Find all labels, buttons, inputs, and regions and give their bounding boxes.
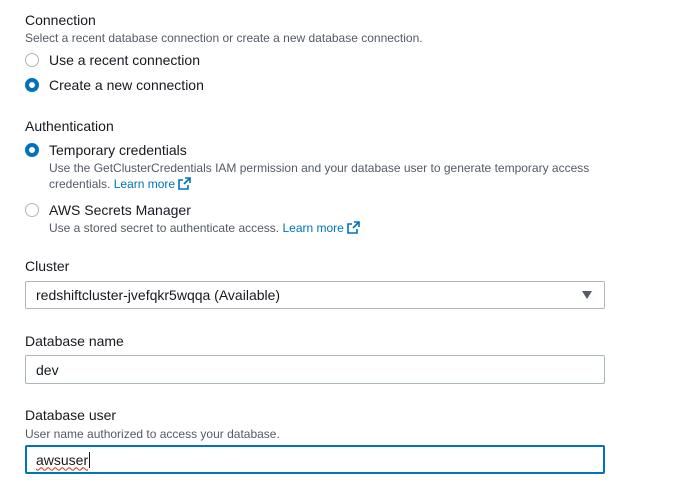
radio-unchecked-icon[interactable] xyxy=(25,203,39,217)
radio-checked-icon[interactable] xyxy=(25,143,39,157)
link-text: Learn more xyxy=(282,221,344,235)
radio-aws-secrets-manager[interactable]: AWS Secrets Manager Use a stored secret … xyxy=(25,201,605,236)
cluster-select[interactable]: redshiftcluster-jvefqkr5wqqa (Available) xyxy=(25,281,605,309)
database-user-description: User name authorized to access your data… xyxy=(25,427,280,441)
caret-down-icon[interactable] xyxy=(582,291,592,299)
cluster-selected-value: redshiftcluster-jvefqkr5wqqa (Available) xyxy=(36,287,281,303)
learn-more-link[interactable]: Learn more xyxy=(114,177,191,191)
radio-label: Temporary credentials xyxy=(49,142,187,158)
database-name-input[interactable]: dev xyxy=(25,355,605,384)
database-name-label: Database name xyxy=(25,333,124,349)
database-name-value: dev xyxy=(36,361,59,378)
radio-temporary-credentials[interactable]: Temporary credentials Use the GetCluster… xyxy=(25,141,605,192)
link-text: Learn more xyxy=(113,177,176,191)
database-user-input[interactable]: awsuser xyxy=(25,445,605,474)
connection-description: Select a recent database connection or c… xyxy=(25,31,423,45)
authentication-label: Authentication xyxy=(25,118,114,134)
radio-label: Use a recent connection xyxy=(49,52,200,68)
learn-more-link[interactable]: Learn more xyxy=(282,221,360,235)
radio-create-new-connection[interactable]: Create a new connection xyxy=(25,76,204,94)
connection-label: Connection xyxy=(25,12,96,28)
cluster-label: Cluster xyxy=(25,258,70,274)
radio-label: AWS Secrets Manager xyxy=(49,202,191,218)
radio-unchecked-icon[interactable] xyxy=(25,53,39,67)
radio-checked-icon[interactable] xyxy=(25,78,39,92)
description-text: Use a stored secret to authenticate acce… xyxy=(49,221,280,235)
radio-label: Create a new connection xyxy=(49,77,204,93)
text-cursor xyxy=(89,451,91,468)
database-user-value: awsuser xyxy=(36,451,89,468)
external-link-icon xyxy=(347,221,360,234)
radio-use-recent-connection[interactable]: Use a recent connection xyxy=(25,51,200,69)
database-user-label: Database user xyxy=(25,407,117,423)
radio-description: Use a stored secret to authenticate acce… xyxy=(49,220,605,236)
radio-description: Use the GetClusterCredentials IAM permis… xyxy=(49,160,605,192)
external-link-icon xyxy=(178,177,191,190)
